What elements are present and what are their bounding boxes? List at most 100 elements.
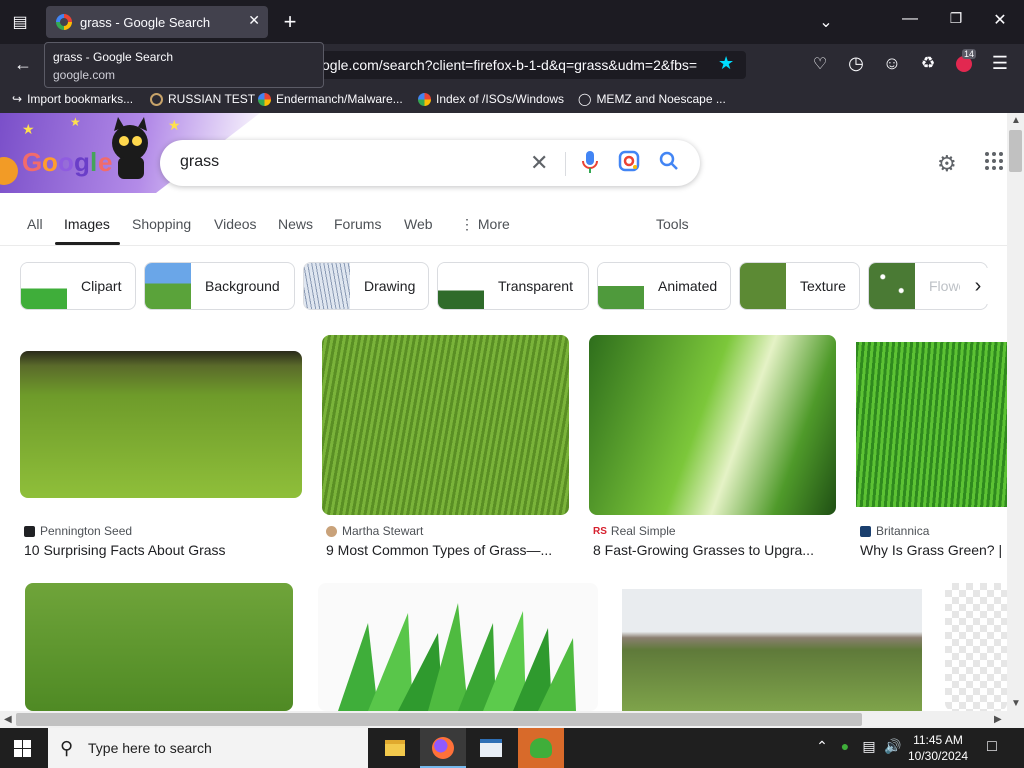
app-window-icon[interactable] [468,728,514,768]
vertical-scroll-thumb[interactable] [1009,130,1022,172]
clock-date: 10/30/2024 [907,749,969,763]
windows-start-icon[interactable] [14,740,31,757]
bookmark-memz[interactable]: ◯ MEMZ and Noescape ... [578,92,726,106]
firefox-taskbar-icon[interactable] [420,728,466,768]
result-image[interactable] [322,335,569,515]
taskbar-clock[interactable]: 11:45 AM 10/30/2024 [900,732,976,764]
result-title[interactable]: 9 Most Common Types of Grass—... [326,542,569,558]
tab-shopping[interactable]: Shopping [132,216,191,232]
tab-bar: ▤ grass - Google Search ✕ + ⌄ — ❐ ✕ [0,0,1024,44]
search-input[interactable]: grass [180,153,219,171]
result-image[interactable] [25,583,293,711]
bookmark-index-isos[interactable]: Index of /ISOs/Windows [418,92,564,106]
close-window-icon[interactable]: ✕ [988,10,1012,30]
tray-app-icon[interactable]: ● [836,738,854,754]
chip-label: Texture [800,278,846,294]
result-title[interactable]: 10 Surprising Facts About Grass [24,542,302,558]
chip-animated[interactable]: Animated [597,262,731,310]
image-result[interactable] [25,583,293,711]
chip-texture[interactable]: Texture [739,262,860,310]
minimize-icon[interactable]: — [898,10,922,28]
search-box[interactable]: grass ✕ [160,140,700,186]
tab-images[interactable]: Images [64,216,110,232]
google-apps-icon[interactable] [985,152,1003,170]
image-result[interactable]: Britannica Why Is Grass Green? | [856,335,1007,565]
extensions-icon[interactable]: ♻ [916,53,940,73]
microphone-icon[interactable] [580,150,600,180]
bookmark-import[interactable]: ↪ Import bookmarks... [12,92,133,106]
tab-list-icon[interactable]: ▤ [10,12,30,32]
chip-label: Animated [658,278,718,294]
tooltip-title: grass - Google Search [53,50,174,64]
bookmark-endermanch[interactable]: Endermanch/Malware... [258,92,403,106]
browser-tab[interactable]: grass - Google Search ✕ [46,6,268,38]
result-image[interactable] [20,351,302,498]
chip-drawing[interactable]: Drawing [303,262,429,310]
new-tab-button[interactable]: + [278,9,302,35]
tab-forums[interactable]: Forums [334,216,381,232]
result-title[interactable]: Why Is Grass Green? | [860,542,1007,558]
search-icon: ⚲ [60,738,74,758]
tray-chevron-up-icon[interactable]: ⌃ [814,738,830,755]
tab-more[interactable]: ⋮ More [460,216,510,233]
result-image[interactable] [856,342,1007,507]
list-all-tabs-icon[interactable]: ⌄ [814,12,838,32]
result-image[interactable] [589,335,836,515]
horizontal-scroll-thumb[interactable] [16,713,862,726]
clear-icon[interactable]: ✕ [530,150,548,176]
extension-badge-icon[interactable]: 14 [952,49,977,77]
result-image[interactable] [318,583,598,711]
tab-close-icon[interactable]: ✕ [248,12,260,29]
bookmark-star-icon[interactable]: ★ [718,53,734,74]
notifications-icon[interactable]: □ [982,738,1002,756]
pocket-icon[interactable]: ♡ [808,54,832,74]
bookmark-label: Import bookmarks... [27,92,134,106]
scroll-left-icon[interactable]: ◀ [4,714,12,725]
menu-icon[interactable]: ☰ [988,53,1012,74]
vertical-scrollbar[interactable] [1007,113,1024,711]
scroll-up-icon[interactable]: ▲ [1011,115,1021,126]
tab-tooltip: grass - Google Search google.com [44,42,324,88]
bookmark-label: MEMZ and Noescape ... [596,92,726,106]
url-bar[interactable]: ogle.com/search?client=firefox-b-1-d&q=g… [300,51,746,79]
scroll-right-icon[interactable]: ▶ [994,714,1002,725]
tab-news[interactable]: News [278,216,313,232]
image-result[interactable]: Pennington Seed 10 Surprising Facts Abou… [20,335,302,565]
result-image[interactable] [622,589,922,711]
result-source[interactable]: Pennington Seed [24,524,132,538]
image-result[interactable] [318,583,598,711]
settings-gear-icon[interactable]: ⚙ [937,151,957,177]
chip-transparent[interactable]: Transparent [437,262,589,310]
scroll-down-icon[interactable]: ▼ [1011,698,1021,709]
tab-all[interactable]: All [27,216,43,232]
result-source[interactable]: RS Real Simple [593,524,676,538]
result-title[interactable]: 8 Fast-Growing Grasses to Upgra... [593,542,836,558]
bookmark-russian-test[interactable]: RUSSIAN TEST [150,92,255,106]
result-source[interactable]: Britannica [860,524,929,538]
tab-web[interactable]: Web [404,216,433,232]
image-result[interactable] [945,583,1007,711]
restore-icon[interactable]: ❐ [944,10,968,27]
tab-videos[interactable]: Videos [214,216,257,232]
chip-background[interactable]: Background [144,262,295,310]
taskbar-search-box[interactable]: ⚲ Type here to search [48,728,368,768]
result-source[interactable]: Martha Stewart [326,524,423,538]
app-people-icon[interactable] [518,728,564,768]
tools-button[interactable]: Tools [656,216,689,232]
result-image[interactable] [945,583,1007,711]
chevron-right-icon[interactable]: › [960,268,996,304]
lens-icon[interactable] [618,150,640,178]
source-favicon-icon [860,525,871,537]
chip-clipart[interactable]: Clipart [20,262,136,310]
search-icon[interactable] [658,150,680,178]
source-name: Pennington Seed [40,524,133,538]
timer-extension-icon[interactable]: ◷ [844,53,868,74]
image-result[interactable]: Martha Stewart 9 Most Common Types of Gr… [322,335,569,565]
image-result[interactable] [622,589,922,711]
image-result[interactable]: RS Real Simple 8 Fast-Growing Grasses to… [589,335,836,565]
chip-thumbnail [869,263,915,309]
back-icon[interactable]: ← [12,54,34,75]
file-explorer-icon[interactable] [372,728,418,768]
network-icon[interactable]: ▤ [860,738,878,755]
account-icon[interactable]: ☺ [880,53,904,74]
